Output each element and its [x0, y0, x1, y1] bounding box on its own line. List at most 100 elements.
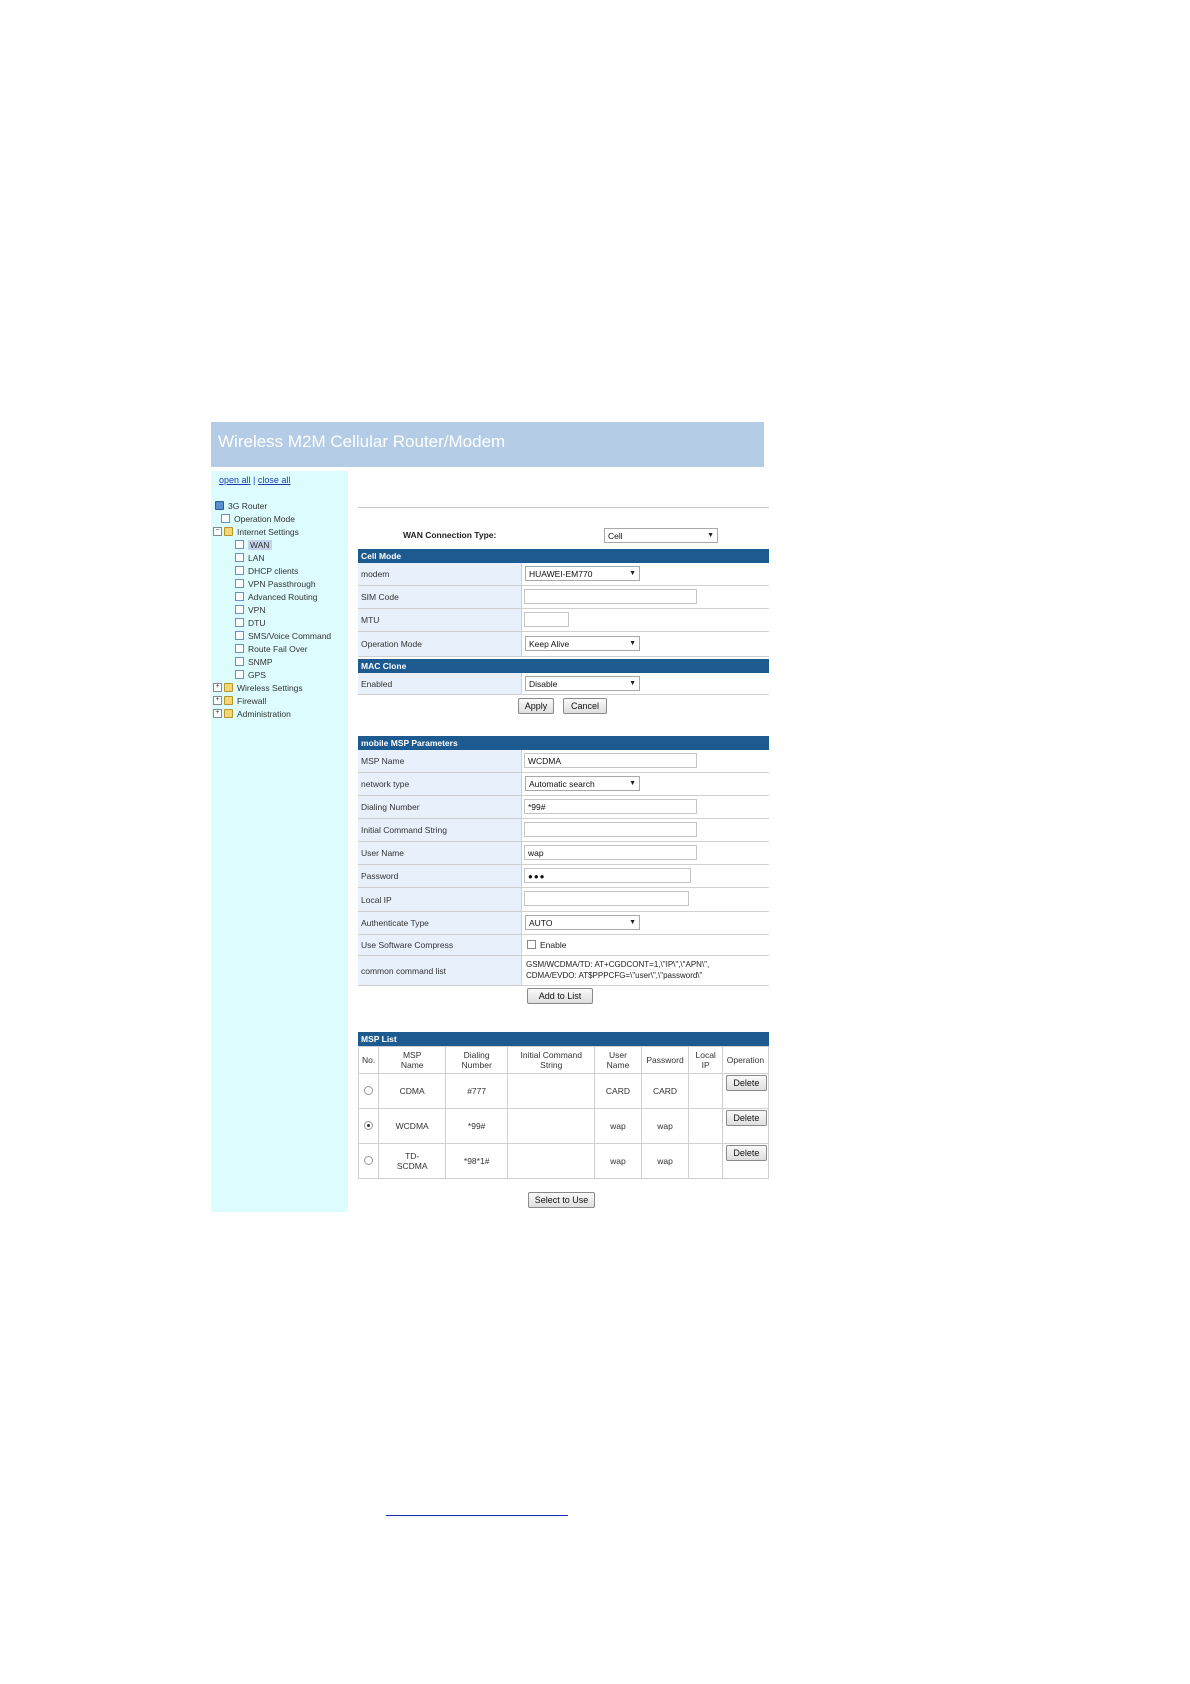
- expand-icon[interactable]: +: [213, 696, 222, 705]
- operation-mode-select[interactable]: Keep Alive ▼: [525, 636, 640, 651]
- dropdown-arrow-icon: ▼: [629, 680, 636, 687]
- tree-item-dtu[interactable]: DTU: [235, 616, 265, 629]
- field-label: Password: [358, 865, 522, 887]
- tree-item-lan[interactable]: LAN: [235, 551, 265, 564]
- column-header: No.: [357, 1046, 380, 1074]
- tree-folder-wireless-settings[interactable]: + Wireless Settings: [213, 681, 303, 694]
- page-icon: [235, 566, 244, 575]
- row-network-type: network type Automatic search ▼: [358, 773, 769, 796]
- field-label: Operation Mode: [358, 632, 522, 656]
- tree-label: Wireless Settings: [237, 682, 303, 693]
- cell-password: wap: [640, 1108, 690, 1144]
- cell-initial-command: [507, 1108, 596, 1144]
- tree-item-operation-mode[interactable]: Operation Mode: [221, 512, 295, 525]
- row-modem: modem HUAWEI-EM770 ▼: [358, 563, 769, 586]
- tree-label: GPS: [248, 669, 266, 680]
- row-user-name: User Name wap: [358, 842, 769, 865]
- msp-radio[interactable]: [364, 1086, 373, 1095]
- field-label: Initial Command String: [358, 819, 522, 841]
- select-value: Cell: [608, 531, 623, 541]
- network-type-select[interactable]: Automatic search ▼: [525, 776, 640, 791]
- page-icon: [235, 618, 244, 627]
- cancel-button[interactable]: Cancel: [563, 698, 607, 714]
- section-header-msp-list: MSP List: [358, 1032, 769, 1046]
- cell-operation: Delete: [721, 1073, 770, 1109]
- select-value: Keep Alive: [529, 639, 570, 649]
- tree-item-sms-voice-command[interactable]: SMS/Voice Command: [235, 629, 331, 642]
- row-software-compress: Use Software Compress Enable: [358, 935, 769, 956]
- folder-open-icon: [224, 527, 233, 536]
- cell-local-ip: [688, 1073, 723, 1109]
- tree-label-selected: WAN: [248, 539, 272, 550]
- mtu-input[interactable]: [524, 612, 569, 627]
- row-operation-mode: Operation Mode Keep Alive ▼: [358, 632, 769, 657]
- command-line: GSM/WCDMA/TD: AT+CGDCONT=1,\"IP\",\"APN\…: [526, 960, 710, 969]
- expand-icon[interactable]: +: [213, 683, 222, 692]
- cell-user-name: wap: [594, 1143, 642, 1179]
- dropdown-arrow-icon: ▼: [629, 780, 636, 787]
- page-icon: [235, 579, 244, 588]
- table-row: WCDMA *99# wap wap Delete: [357, 1108, 770, 1144]
- field-label: Authenticate Type: [358, 912, 522, 934]
- password-input[interactable]: ●●●: [524, 868, 691, 883]
- sim-code-input[interactable]: [524, 589, 697, 604]
- cell-msp-name: WCDMA: [378, 1108, 447, 1144]
- expand-icon[interactable]: +: [213, 709, 222, 718]
- page-icon: [235, 644, 244, 653]
- tree-item-dhcp-clients[interactable]: DHCP clients: [235, 564, 298, 577]
- cell-initial-command: [507, 1073, 596, 1109]
- cell-dialing-number: #777: [445, 1073, 509, 1109]
- msp-name-input[interactable]: WCDMA: [524, 753, 697, 768]
- tree-item-advanced-routing[interactable]: Advanced Routing: [235, 590, 317, 603]
- delete-button[interactable]: Delete: [725, 1145, 767, 1161]
- select-cell: [357, 1108, 380, 1144]
- initial-command-input[interactable]: [524, 822, 697, 837]
- delete-button[interactable]: Delete: [725, 1075, 767, 1091]
- cell-user-name: wap: [594, 1108, 642, 1144]
- tree-item-wan[interactable]: WAN: [235, 538, 272, 551]
- compress-checkbox[interactable]: [527, 940, 536, 949]
- user-name-input[interactable]: wap: [524, 845, 697, 860]
- select-to-use-button[interactable]: Select to Use: [528, 1192, 595, 1208]
- tree-label: Firewall: [237, 695, 267, 706]
- delete-button[interactable]: Delete: [725, 1110, 767, 1126]
- wan-connection-type-select[interactable]: Cell ▼: [604, 528, 718, 543]
- cell-msp-name: CDMA: [378, 1073, 447, 1109]
- field-label: network type: [358, 773, 522, 795]
- add-to-list-button[interactable]: Add to List: [527, 988, 593, 1004]
- divider: [358, 507, 769, 508]
- msp-radio-selected[interactable]: [364, 1121, 373, 1130]
- collapse-icon[interactable]: −: [213, 527, 222, 536]
- tree-folder-internet-settings[interactable]: − Internet Settings: [213, 525, 299, 538]
- auth-type-select[interactable]: AUTO ▼: [525, 915, 640, 930]
- field-label: modem: [358, 563, 522, 585]
- dialing-number-input[interactable]: *99#: [524, 799, 697, 814]
- column-header: Initial Command String: [507, 1046, 596, 1074]
- row-initial-command: Initial Command String: [358, 819, 769, 842]
- msp-radio[interactable]: [364, 1156, 373, 1165]
- local-ip-input[interactable]: [524, 891, 689, 906]
- modem-select[interactable]: HUAWEI-EM770 ▼: [525, 566, 640, 581]
- section-header-cell-mode: Cell Mode: [358, 549, 769, 563]
- tree-item-snmp[interactable]: SNMP: [235, 655, 273, 668]
- select-value: Automatic search: [529, 779, 595, 789]
- apply-button[interactable]: Apply: [518, 698, 554, 714]
- row-sim-code: SIM Code: [358, 586, 769, 609]
- table-header-row: No. MSP Name Dialing Number Initial Comman…: [357, 1046, 770, 1074]
- tree-item-gps[interactable]: GPS: [235, 668, 266, 681]
- open-all-link[interactable]: open all: [219, 475, 251, 485]
- tree-folder-firewall[interactable]: + Firewall: [213, 694, 266, 707]
- footer-link-underline[interactable]: [386, 1515, 568, 1516]
- row-enabled: Enabled Disable ▼: [358, 673, 769, 695]
- tree-folder-administration[interactable]: + Administration: [213, 707, 291, 720]
- cell-operation: Delete: [721, 1143, 770, 1179]
- select-value: Disable: [529, 679, 558, 689]
- tree-item-vpn-passthrough[interactable]: VPN Passthrough: [235, 577, 316, 590]
- mac-clone-select[interactable]: Disable ▼: [525, 676, 640, 691]
- tree-label: SNMP: [248, 656, 273, 667]
- tree-item-vpn[interactable]: VPN: [235, 603, 265, 616]
- tree-item-route-fail-over[interactable]: Route Fail Over: [235, 642, 308, 655]
- close-all-link[interactable]: close all: [258, 475, 291, 485]
- tree-root-3g-router[interactable]: 3G Router: [215, 499, 267, 512]
- page-icon: [235, 605, 244, 614]
